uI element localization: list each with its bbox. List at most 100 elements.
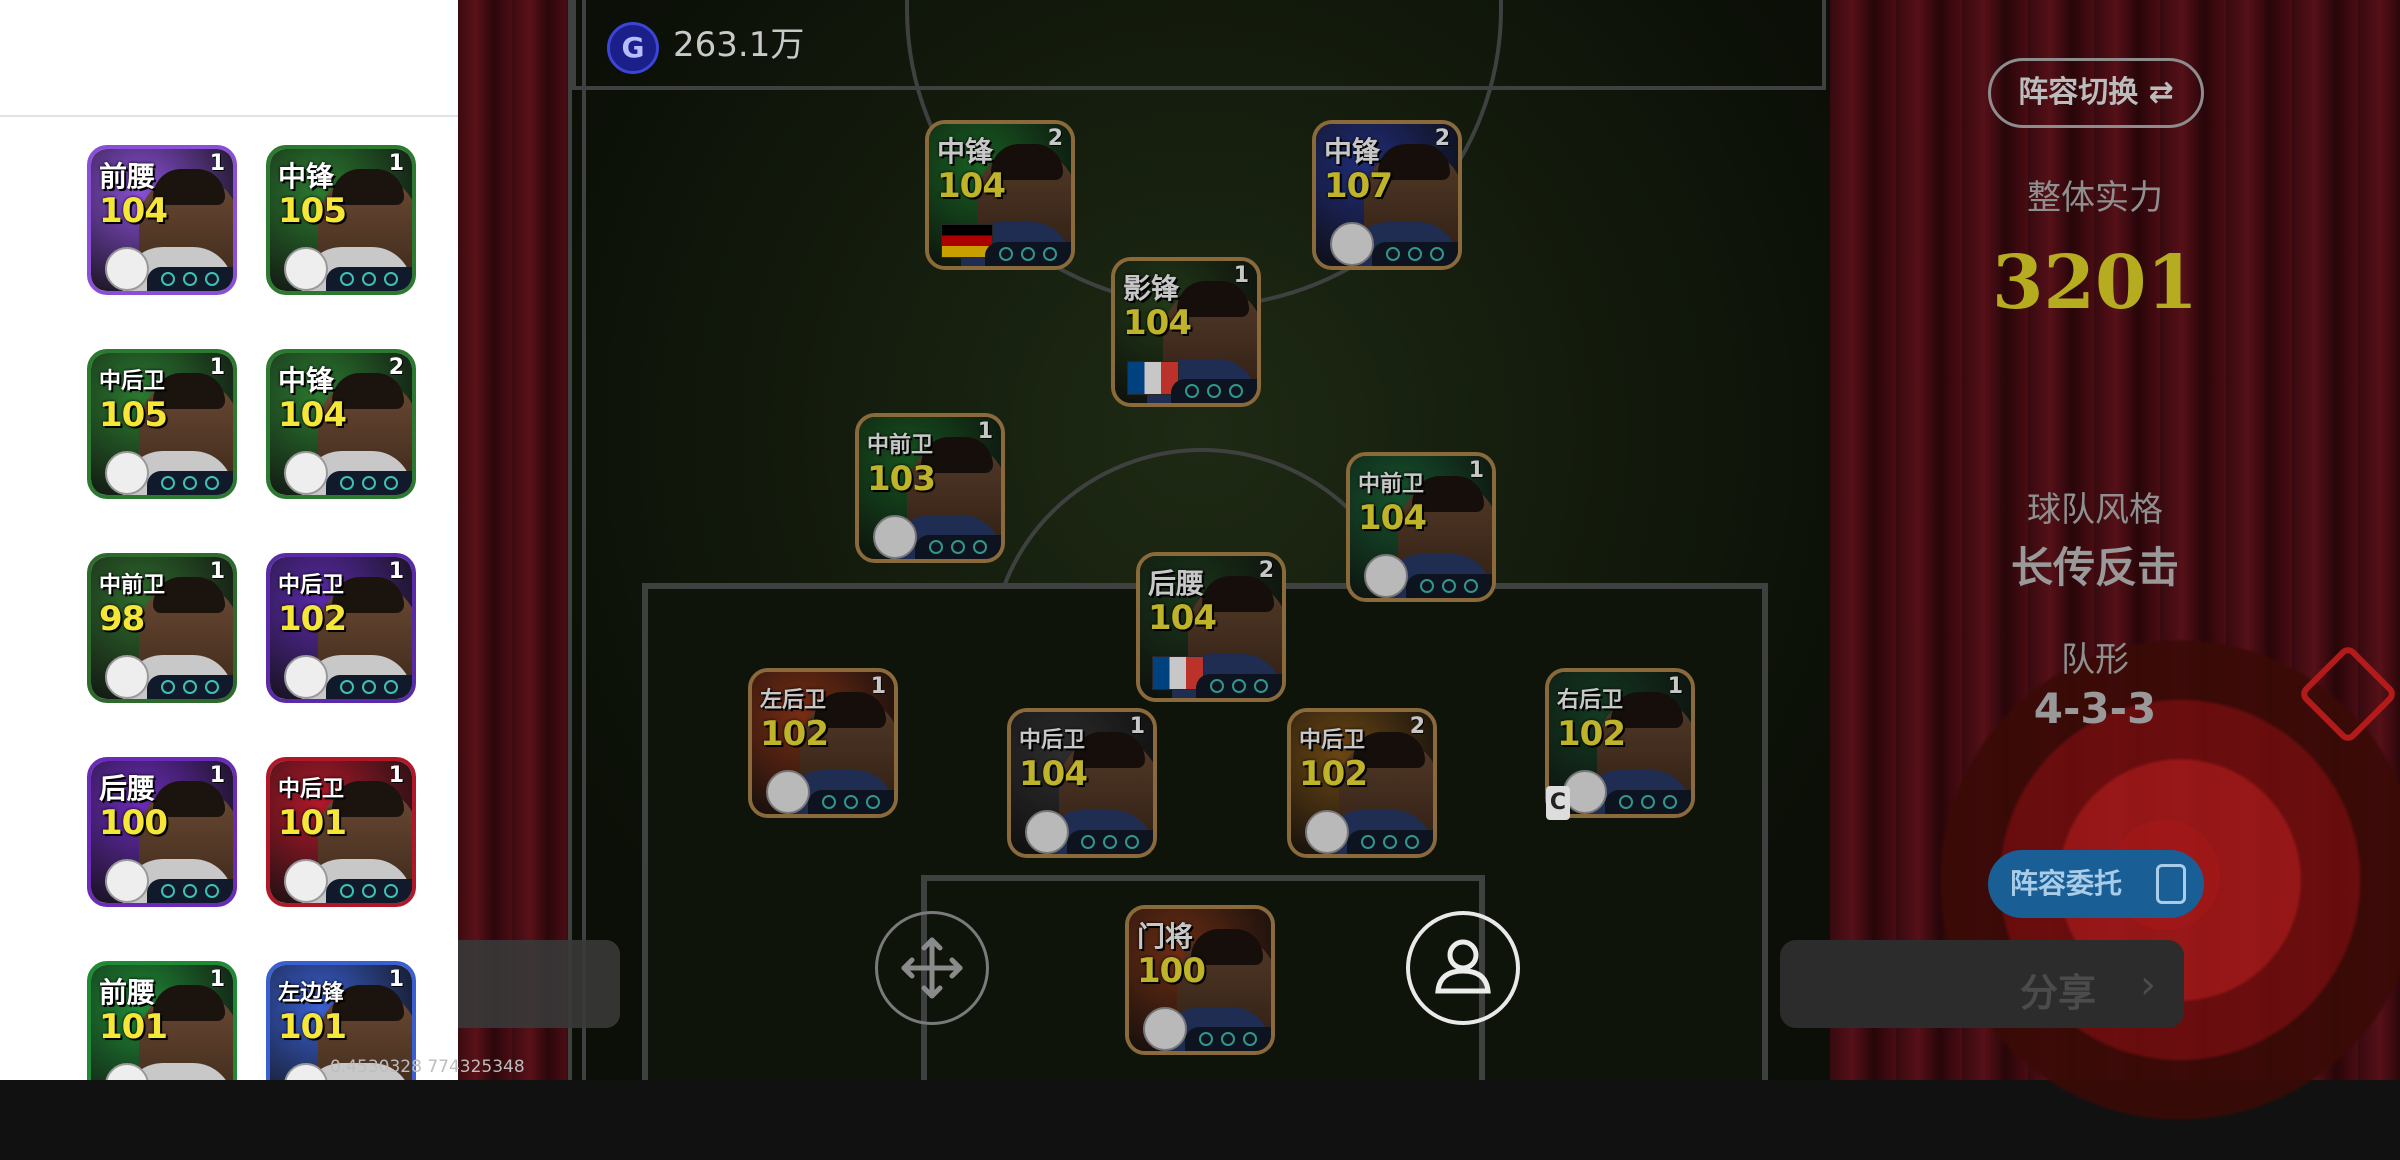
card-rating: 101 <box>278 1007 347 1047</box>
card-level-number: 1 <box>209 151 225 176</box>
card-position: 中后卫 <box>99 369 166 394</box>
skill-dot-icon <box>205 476 219 490</box>
share-button[interactable]: 分享 › <box>1780 940 2184 1028</box>
club-badge-icon <box>284 247 328 291</box>
card-shade <box>1011 712 1153 854</box>
skill-dot-icon <box>161 272 175 286</box>
lineup-switch-button[interactable]: 阵容切换 ⇄ <box>1988 58 2204 128</box>
club-badge-icon <box>105 655 149 699</box>
bench-panel: 前腰 104 1 中锋 105 1 中后卫 105 1 中锋 104 2 中前卫 98 1 中后卫 102 1 后腰… <box>0 0 458 1080</box>
player-card[interactable]: 中锋 105 1 <box>266 145 416 295</box>
card-rating: 102 <box>278 599 347 639</box>
card-shade <box>752 672 894 814</box>
skill-dot-icon <box>340 680 354 694</box>
player-card[interactable]: 左后卫 102 1 <box>748 668 898 818</box>
chevron-right-icon: › <box>2140 962 2156 1008</box>
player-card[interactable]: 中后卫 102 1 <box>266 553 416 703</box>
card-position: 前腰 <box>99 160 156 193</box>
skill-slots <box>326 879 412 903</box>
card-position: 中后卫 <box>278 777 345 802</box>
strength-value: 3201 <box>1992 240 2198 326</box>
skill-dot-icon <box>183 476 197 490</box>
card-rating: 98 <box>99 599 145 639</box>
player-profile-button[interactable] <box>1406 911 1520 1025</box>
card-shade <box>1115 261 1257 403</box>
player-card[interactable]: 中前卫 98 1 <box>87 553 237 703</box>
card-position: 左边锋 <box>278 981 345 1006</box>
skill-dot-icon <box>340 476 354 490</box>
club-badge-icon <box>284 451 328 495</box>
player-card[interactable]: 前腰 101 1 <box>87 961 237 1080</box>
player-card[interactable]: 中后卫 105 1 <box>87 349 237 499</box>
club-badge-icon <box>105 247 149 291</box>
skill-dot-icon <box>384 272 398 286</box>
clipboard-icon <box>2156 864 2186 904</box>
skill-dot-icon <box>362 680 376 694</box>
player-card[interactable]: 中锋 104 2 <box>266 349 416 499</box>
skill-dot-icon <box>384 476 398 490</box>
card-position: 中锋 <box>278 160 335 193</box>
formation-label: 队形 <box>2061 640 2129 680</box>
skill-dot-icon <box>362 476 376 490</box>
player-card[interactable]: 后腰 100 1 <box>87 757 237 907</box>
player-card[interactable]: 中锋 107 2 <box>1312 120 1462 270</box>
card-level-number: 1 <box>209 763 225 788</box>
skill-dot-icon <box>205 680 219 694</box>
collapse-bar[interactable] <box>458 940 620 1028</box>
player-card[interactable]: 影锋 104 1 <box>1111 257 1261 407</box>
player-card[interactable]: 中锋 104 2 <box>925 120 1075 270</box>
lineup-delegate-button[interactable]: 阵容委托 <box>1988 850 2204 918</box>
player-card[interactable]: 后腰 104 2 <box>1136 552 1286 702</box>
formation-value: 4-3-3 <box>2033 684 2157 733</box>
card-rating: 100 <box>99 803 168 843</box>
skill-slots <box>326 267 412 291</box>
team-style-label: 球队风格 <box>2027 490 2163 530</box>
player-card[interactable]: 中后卫 104 1 <box>1007 708 1157 858</box>
player-card[interactable]: 中后卫 102 2 <box>1287 708 1437 858</box>
team-style-value: 长传反击 <box>2010 543 2179 592</box>
card-rating: 104 <box>99 191 168 231</box>
skill-slots <box>326 675 412 699</box>
skill-dot-icon <box>362 884 376 898</box>
skill-dot-icon <box>340 884 354 898</box>
card-level-number: 1 <box>388 763 404 788</box>
skill-dot-icon <box>205 272 219 286</box>
skill-dot-icon <box>384 884 398 898</box>
player-card[interactable]: 前腰 104 1 <box>87 145 237 295</box>
club-badge-icon <box>284 655 328 699</box>
player-card[interactable]: 中前卫 103 1 <box>855 413 1005 563</box>
player-card[interactable]: 门将 100 <box>1125 905 1275 1055</box>
curtain-left <box>458 0 568 1080</box>
card-shade <box>1549 672 1691 814</box>
card-rating: 104 <box>278 395 347 435</box>
skill-dot-icon <box>161 476 175 490</box>
card-position: 中后卫 <box>278 573 345 598</box>
skill-dot-icon <box>183 272 197 286</box>
card-level-number: 1 <box>388 151 404 176</box>
coordinate-readout: 0.4530328 774325348 <box>330 1057 525 1077</box>
card-shade <box>1291 712 1433 854</box>
card-shade <box>859 417 1001 559</box>
player-card[interactable]: 中后卫 101 1 <box>266 757 416 907</box>
skill-slots <box>147 879 233 903</box>
card-level-number: 1 <box>388 559 404 584</box>
card-level-number: 1 <box>388 967 404 992</box>
person-icon <box>1435 939 1491 994</box>
card-level-number: 2 <box>388 355 404 380</box>
currency-value: 263.1万 <box>673 25 805 65</box>
move-button[interactable] <box>875 911 989 1025</box>
skill-slots <box>147 471 233 495</box>
strength-label: 整体实力 <box>2027 178 2163 218</box>
skill-slots <box>326 471 412 495</box>
card-rating: 105 <box>278 191 347 231</box>
card-rating: 101 <box>278 803 347 843</box>
move-arrows-icon <box>901 937 963 999</box>
card-rating: 101 <box>99 1007 168 1047</box>
card-level-number: 1 <box>209 355 225 380</box>
card-shade <box>1129 909 1271 1051</box>
lineup-delegate-label: 阵容委托 <box>2010 867 2123 900</box>
card-shade <box>1140 556 1282 698</box>
card-shade <box>929 124 1071 266</box>
player-card[interactable]: 中前卫 104 1 <box>1346 452 1496 602</box>
card-position: 前腰 <box>99 976 156 1009</box>
